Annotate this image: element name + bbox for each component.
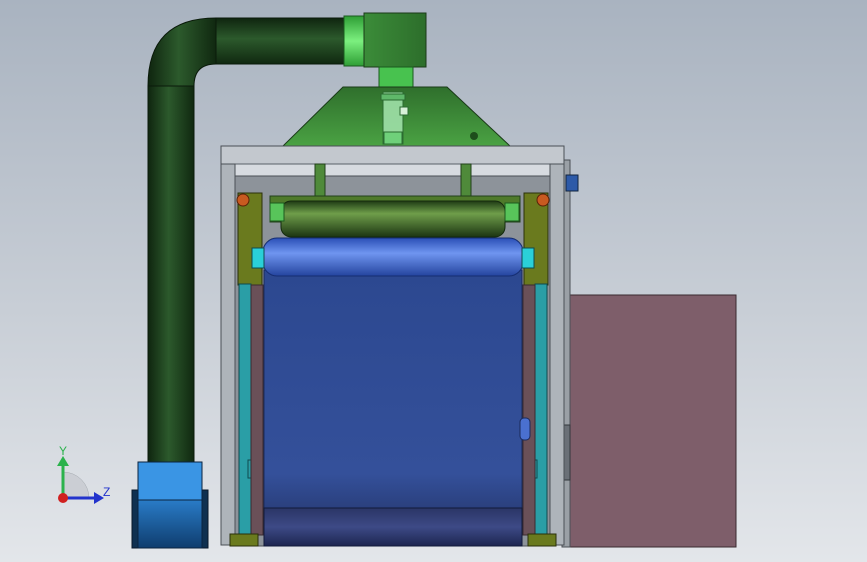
axis-triad: Y Z bbox=[57, 444, 110, 504]
upper-drum bbox=[251, 237, 535, 277]
conveyor-belt bbox=[263, 269, 531, 547]
cad-viewport[interactable]: Y Z bbox=[0, 0, 867, 562]
z-axis-label: Z bbox=[103, 485, 110, 499]
y-axis-label: Y bbox=[59, 444, 67, 458]
upper-roller bbox=[269, 200, 520, 238]
side-panel bbox=[561, 159, 737, 548]
blower-fan bbox=[131, 461, 209, 549]
machine-model: Y Z bbox=[57, 12, 737, 549]
x-axis-dot bbox=[58, 493, 68, 503]
